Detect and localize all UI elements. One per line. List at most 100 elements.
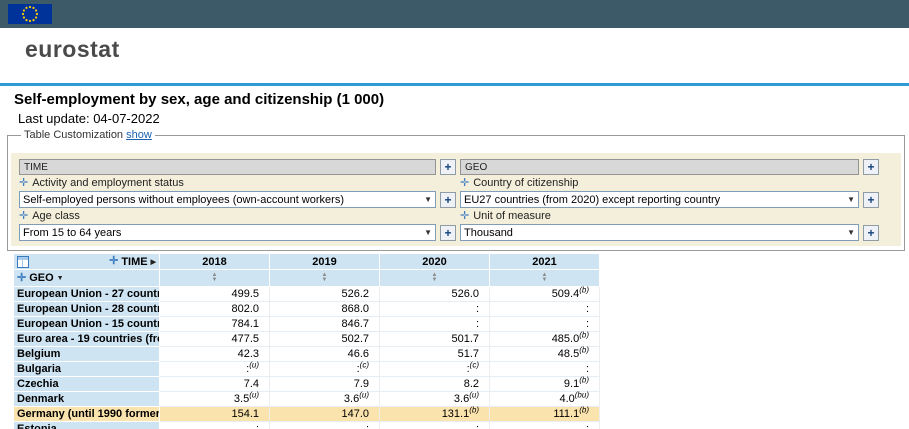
table-row[interactable]: European Union - 28 countrie 802.0 868.0::	[14, 302, 600, 317]
customization-body: TIME + ✛ Activity and employment status …	[11, 153, 901, 246]
move-icon[interactable]: ✛	[19, 211, 28, 222]
year-column-header-2020[interactable]: 2020	[380, 254, 490, 270]
data-cell: 131.1(b)	[380, 406, 490, 422]
data-cell: 3.6(u)	[270, 391, 380, 407]
data-cell: 3.5(u)	[160, 391, 270, 407]
data-cell: 802.0	[160, 302, 270, 317]
data-cell: 502.7	[270, 332, 380, 347]
citizenship-filter-label: ✛ Country of citizenship	[460, 177, 579, 189]
geo-row-header: Germany (until 1990 former t	[14, 407, 160, 422]
table-row[interactable]: Czechia 7.4 7.9 8.2 9.1(b)	[14, 376, 600, 392]
move-icon[interactable]: ✛	[460, 211, 469, 222]
data-cell: 509.4(b)	[490, 286, 600, 302]
chevron-down-icon: ▼	[424, 228, 432, 237]
data-cell: 499.5	[160, 287, 270, 302]
unit-select[interactable]: Thousand ▼	[460, 224, 859, 241]
data-cell: :	[380, 422, 490, 429]
activity-add-button[interactable]: +	[440, 191, 456, 208]
chevron-down-icon: ▼	[847, 195, 855, 204]
age-class-select[interactable]: From 15 to 64 years ▼	[19, 224, 436, 241]
time-column-header-cell: ✛ TIME ▶	[14, 254, 160, 270]
data-cell: :	[380, 317, 490, 332]
table-row[interactable]: Bulgaria:(u):(c):(c):	[14, 361, 600, 377]
time-add-button[interactable]: +	[440, 159, 456, 175]
move-icon[interactable]: ✛	[19, 178, 28, 189]
year-column-header-2019[interactable]: 2019	[270, 254, 380, 270]
legend-text: Table Customization	[24, 129, 124, 141]
data-cell: 784.1	[160, 317, 270, 332]
table-row[interactable]: Euro area - 19 countries (fron 477.5 502.7…	[14, 331, 600, 347]
data-cell: :	[490, 302, 600, 317]
geo-column-header-cell: ✛ GEO ▼	[14, 270, 160, 287]
data-cell: :	[380, 302, 490, 317]
data-cell: 868.0	[270, 302, 380, 317]
geo-row-header: Bulgaria	[14, 362, 160, 377]
data-cell: :	[490, 422, 600, 429]
table-customization-legend: Table Customization show	[21, 129, 155, 141]
table-row[interactable]: European Union - 15 countrie 784.1 846.7::	[14, 317, 600, 332]
data-cell: :(u)	[160, 361, 270, 377]
data-table: ✛ TIME ▶ 2018 2019 2020 2021 ✛ GEO ▼ ▲ ▼ ▲ ▼ ▲ ▼…	[14, 254, 600, 429]
chevron-down-icon: ▼	[424, 195, 432, 204]
data-cell: :	[160, 422, 270, 429]
table-row[interactable]: Germany (until 1990 former t 154.1 147.0 13…	[14, 406, 600, 422]
geo-row-header: Euro area - 19 countries (fron	[14, 332, 160, 347]
sort-spinner-2018[interactable]: ▲ ▼	[160, 270, 270, 287]
sort-spinner-2020[interactable]: ▲ ▼	[380, 270, 490, 287]
data-cell: :	[270, 422, 380, 429]
geo-row-header: Estonia	[14, 422, 160, 429]
year-column-header-2018[interactable]: 2018	[160, 254, 270, 270]
data-cell: 846.7	[270, 317, 380, 332]
geo-row-header: Czechia	[14, 377, 160, 392]
geo-dimension-box[interactable]: GEO	[460, 159, 859, 175]
geo-row-header: Belgium	[14, 347, 160, 362]
unit-filter-label: ✛ Unit of measure	[460, 210, 551, 222]
geo-header-label[interactable]: GEO	[29, 272, 53, 284]
data-cell: 48.5(b)	[490, 346, 600, 362]
data-cell: 501.7	[380, 332, 490, 347]
time-header-label[interactable]: TIME	[121, 256, 147, 268]
age-class-add-button[interactable]: +	[440, 224, 456, 241]
geo-row-header: European Union - 27 countrie	[14, 287, 160, 302]
activity-select[interactable]: Self-employed persons without employees …	[19, 191, 436, 208]
show-link[interactable]: show	[126, 129, 152, 141]
data-cell: 526.2	[270, 287, 380, 302]
data-cell: 477.5	[160, 332, 270, 347]
geo-row-header: Denmark	[14, 392, 160, 407]
page-title: Self-employment by sex, age and citizens…	[14, 91, 385, 108]
logo-band: eurostat	[0, 28, 909, 70]
table-icon[interactable]	[17, 255, 29, 268]
top-bar	[0, 0, 909, 28]
data-cell: 147.0	[270, 407, 380, 422]
geo-add-button[interactable]: +	[863, 159, 879, 175]
data-cell: :(c)	[380, 361, 490, 377]
age-class-filter-label: ✛ Age class	[19, 210, 80, 222]
year-column-header-2021[interactable]: 2021	[490, 254, 600, 270]
geo-row-header: European Union - 28 countrie	[14, 302, 160, 317]
table-row[interactable]: European Union - 27 countrie 499.5 526.2 52…	[14, 286, 600, 302]
table-row[interactable]: Denmark 3.5(u) 3.6(u) 3.6(u) 4.0(bu)	[14, 391, 600, 407]
eu-flag-icon	[8, 4, 52, 24]
unit-add-button[interactable]: +	[863, 224, 879, 241]
table-row[interactable]: Belgium 42.3 46.6 51.7 48.5(b)	[14, 346, 600, 362]
table-customization-panel: Table Customization show TIME + ✛ Activi…	[7, 129, 905, 251]
last-update-label: Last update:	[18, 111, 90, 126]
data-cell: 526.0	[380, 287, 490, 302]
move-icon[interactable]: ✛	[109, 256, 118, 267]
last-update: Last update: 04-07-2022	[14, 109, 909, 127]
geo-row-header: European Union - 15 countrie	[14, 317, 160, 332]
time-dimension-box[interactable]: TIME	[19, 159, 436, 175]
chevron-down-icon[interactable]: ▼	[57, 275, 64, 282]
sort-spinner-2019[interactable]: ▲ ▼	[270, 270, 380, 287]
last-update-date: 04-07-2022	[93, 111, 160, 126]
eurostat-logo: eurostat	[25, 35, 120, 62]
chevron-right-icon[interactable]: ▶	[151, 258, 156, 266]
move-icon[interactable]: ✛	[460, 178, 469, 189]
citizenship-select[interactable]: EU27 countries (from 2020) except report…	[460, 191, 859, 208]
move-icon[interactable]: ✛	[17, 272, 26, 284]
table-row[interactable]: Estonia::::	[14, 422, 600, 429]
citizenship-add-button[interactable]: +	[863, 191, 879, 208]
activity-filter-label: ✛ Activity and employment status	[19, 177, 184, 189]
data-cell: :(c)	[270, 361, 380, 377]
chevron-down-icon: ▼	[847, 228, 855, 237]
